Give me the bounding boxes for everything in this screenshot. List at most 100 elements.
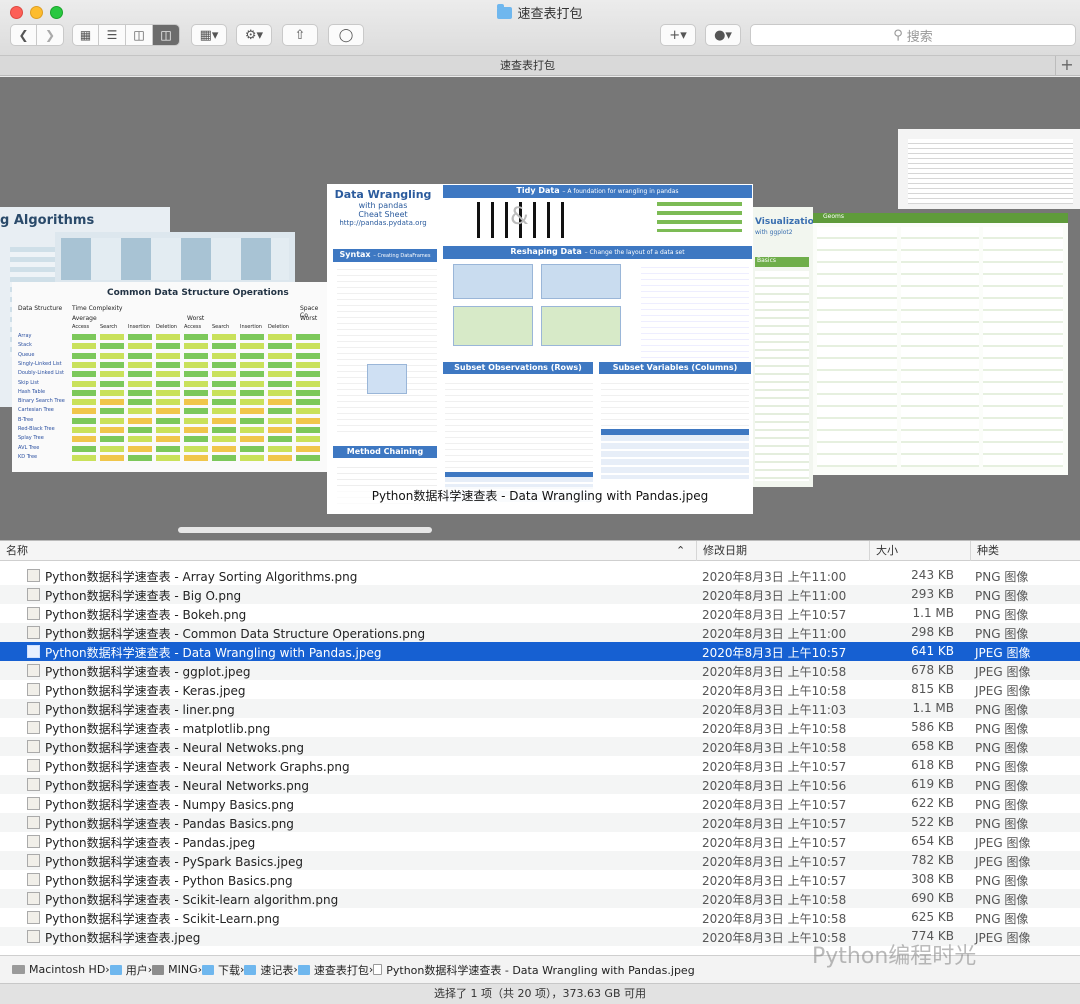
cover-column-label: Access [184, 324, 202, 330]
cover-table-row: Red-Black Tree [18, 426, 323, 434]
file-name: Python数据科学速查表 - Scikit-Learn.png [45, 912, 280, 926]
group-button[interactable]: ▦▾ [191, 24, 227, 46]
chevron-right-icon: ❯ [44, 28, 56, 42]
file-row[interactable]: Python数据科学速查表 - Scikit-Learn.png 2020年8月3… [0, 908, 1080, 927]
column-view-button[interactable]: ◫ [126, 24, 153, 46]
image-file-icon [27, 683, 40, 696]
back-button[interactable]: ❮ [10, 24, 37, 46]
cover-ggplot[interactable]: Geoms [813, 213, 1068, 475]
image-file-icon [27, 721, 40, 734]
coverflow-scrollbar[interactable] [178, 527, 432, 533]
column-header-name[interactable]: 名称 [6, 541, 692, 561]
path-crumb-label: Macintosh HD [29, 963, 106, 976]
cover-row-label: AVL Tree [18, 444, 40, 451]
file-row[interactable]: Python数据科学速查表 - Pandas.jpeg 2020年8月3日 上午1… [0, 832, 1080, 851]
cover-complexity-cell [240, 408, 264, 415]
tab-bar: 速查表打包 + [0, 56, 1080, 76]
file-size: 690 KB [911, 891, 954, 905]
file-kind: PNG 图像 [975, 627, 1029, 641]
path-crumb[interactable]: Python数据科学速查表 - Data Wrangling with Pand… [373, 962, 695, 978]
column-header-kind[interactable]: 种类 [970, 541, 1080, 561]
cover-common-ds[interactable]: Common Data Structure Operations Data St… [12, 282, 327, 472]
status-bar: 选择了 1 项（共 20 项），373.63 GB 可用 [0, 983, 1080, 1004]
file-date: 2020年8月3日 上午10:58 [702, 684, 847, 698]
file-date: 2020年8月3日 上午10:57 [702, 798, 847, 812]
file-row[interactable]: Python数据科学速查表 - ggplot.jpeg 2020年8月3日 上午1… [0, 661, 1080, 680]
cover-complexity-cell [184, 445, 208, 452]
file-row[interactable]: Python数据科学速查表 - Data Wrangling with Pand… [0, 642, 1080, 661]
file-row[interactable]: Python数据科学速查表 - Pandas Basics.png 2020年8月… [0, 813, 1080, 832]
file-row[interactable]: Python数据科学速查表 - liner.png 2020年8月3日 上午11:… [0, 699, 1080, 718]
image-file-icon [27, 645, 40, 658]
file-row[interactable]: Python数据科学速查表 - PySpark Basics.jpeg 2020年… [0, 851, 1080, 870]
cover-complexity-cell [184, 417, 208, 424]
file-name: Python数据科学速查表 - Pandas Basics.png [45, 817, 294, 831]
forward-button[interactable]: ❯ [37, 24, 64, 46]
path-crumb[interactable]: 下载 [202, 962, 240, 978]
cover-row-label: KD Tree [18, 453, 38, 460]
path-crumb[interactable]: 速查表打包 [297, 962, 369, 978]
app-menu-button[interactable]: ●▾ [705, 24, 741, 46]
path-crumb[interactable]: 用户 [109, 962, 148, 978]
image-file-icon [27, 778, 40, 791]
cover-ggplot-left[interactable]: Visualization with ggplot2 Basics [753, 207, 813, 487]
file-row[interactable]: Python数据科学速查表 - Array Sorting Algorithms… [0, 566, 1080, 585]
cover-complexity-cell [184, 371, 208, 378]
file-row[interactable]: Python数据科学速查表 - Neural Networks.png 2020年… [0, 775, 1080, 794]
path-crumb[interactable]: 速记表 [244, 962, 293, 978]
cover-columns: Access Search Insertion Deletion Access Searc… [72, 324, 322, 332]
cover-big-o[interactable] [55, 232, 295, 287]
cover-text-sheet[interactable] [898, 129, 1080, 209]
cover-data-wrangling[interactable]: Data Wrangling with pandas Cheat Sheet h… [327, 184, 753, 514]
tags-button[interactable]: ◯ [328, 24, 364, 46]
dw-regex-table [601, 429, 749, 479]
window-title: 速查表打包 [0, 3, 1080, 22]
column-header-date[interactable]: 修改日期 [696, 541, 866, 561]
column-header-size[interactable]: 大小 [869, 541, 969, 561]
cover-complexity-cell [184, 408, 208, 415]
file-row[interactable]: Python数据科学速查表 - matplotlib.png 2020年8月3日 … [0, 718, 1080, 737]
new-tab-button[interactable]: + [1058, 56, 1076, 76]
cover-complexity-cell [212, 352, 236, 359]
file-date: 2020年8月3日 上午11:00 [702, 627, 847, 641]
cover-complexity-cell [184, 352, 208, 359]
file-row[interactable]: Python数据科学速查表 - Bokeh.png 2020年8月3日 上午10:… [0, 604, 1080, 623]
action-button[interactable]: ⚙▾ [236, 24, 272, 46]
cover-complexity-cell [240, 417, 264, 424]
path-crumb[interactable]: Macintosh HD [12, 963, 105, 976]
search-field[interactable]: ⚲ 搜索 [750, 24, 1076, 46]
cover-complexity-cell [268, 454, 292, 461]
file-row[interactable]: Python数据科学速查表 - Common Data Structure Op… [0, 623, 1080, 642]
cover-complexity-cell [156, 343, 180, 350]
file-row[interactable]: Python数据科学速查表 - Python Basics.png 2020年8月… [0, 870, 1080, 889]
file-row[interactable]: Python数据科学速查表 - Neural Network Graphs.pn… [0, 756, 1080, 775]
coverflow-view[interactable]: g Algorithms Common Data Structure Opera… [0, 77, 1080, 540]
file-row[interactable]: Python数据科学速查表 - Keras.jpeg 2020年8月3日 上午10… [0, 680, 1080, 699]
coverflow-view-button[interactable]: ◫ [153, 24, 180, 46]
file-row[interactable]: Python数据科学速查表 - Big O.png 2020年8月3日 上午11:… [0, 585, 1080, 604]
icon-view-button[interactable]: ▦ [72, 24, 99, 46]
cover-complexity-cell [156, 380, 180, 387]
list-view-button[interactable]: ☰ [99, 24, 126, 46]
cover-complexity-cell [268, 417, 292, 424]
file-kind: PNG 图像 [975, 912, 1029, 926]
path-crumb-label: 速记表 [260, 963, 294, 977]
file-row[interactable]: Python数据科学速查表 - Numpy Basics.png 2020年8月3… [0, 794, 1080, 813]
cover-complexity-cell [240, 380, 264, 387]
tab-current[interactable]: 速查表打包 [0, 56, 1056, 76]
cover-complexity-cell [268, 334, 292, 340]
add-button[interactable]: + ▾ [660, 24, 696, 46]
cover-complexity-cell [128, 389, 152, 396]
file-name: Python数据科学速查表 - Neural Netwoks.png [45, 741, 305, 755]
file-row[interactable]: Python数据科学速查表 - Neural Netwoks.png 2020年8… [0, 737, 1080, 756]
share-button[interactable]: ⇧ [282, 24, 318, 46]
file-name: Python数据科学速查表 - Common Data Structure Op… [45, 627, 426, 641]
file-row[interactable]: Python数据科学速查表 - Scikit-learn algorithm.p… [0, 889, 1080, 908]
add-label: + [669, 27, 681, 43]
folder-icon [497, 4, 513, 19]
image-file-icon [27, 892, 40, 905]
cover-complexity-cell [100, 399, 124, 406]
cover-table-row: Doubly-Linked List [18, 370, 323, 378]
path-crumb[interactable]: MING [152, 963, 198, 976]
cover-complexity-cell [268, 399, 292, 406]
